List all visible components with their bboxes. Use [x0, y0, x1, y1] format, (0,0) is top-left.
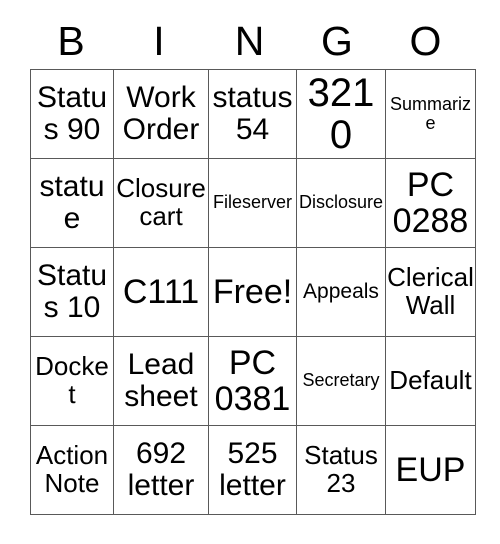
bingo-card: B I N G O Status 90 Work Order status 54… [0, 0, 500, 544]
bingo-cell-b1[interactable]: Status 90 [30, 69, 114, 159]
bingo-cell-label: Secretary [302, 370, 380, 391]
bingo-cell-n2[interactable]: Fileserver [208, 158, 297, 248]
bingo-cell-label: Status 90 [36, 81, 108, 146]
bingo-cell-n5[interactable]: 525 letter [208, 425, 297, 515]
bingo-cell-i3[interactable]: C111 [113, 247, 209, 337]
bingo-cell-label: Clerical Wall [387, 262, 474, 320]
bingo-cell-label: Disclosure [298, 192, 384, 213]
bingo-cell-label: Closure cart [116, 173, 206, 231]
bingo-header-row: B I N G O [30, 14, 470, 69]
table-row: Status 10 C111 Free! Appeals Clerical Wa… [30, 247, 476, 337]
bingo-cell-label: Free! [212, 272, 293, 311]
bingo-header-letter-g: G [321, 18, 353, 64]
bingo-cell-g4[interactable]: Secretary [296, 336, 386, 426]
table-row: Docket Lead sheet PC 0381 Secretary Defa… [30, 336, 476, 426]
bingo-header-letter-i: I [153, 18, 165, 64]
bingo-cell-b2[interactable]: statue [30, 158, 114, 248]
bingo-cell-i1[interactable]: Work Order [113, 69, 209, 159]
bingo-cell-n4[interactable]: PC 0381 [208, 336, 297, 426]
bingo-cell-label: EUP [395, 450, 466, 489]
bingo-cell-label: statue [39, 170, 105, 235]
bingo-cell-o4[interactable]: Default [385, 336, 476, 426]
bingo-cell-label: Default [389, 365, 472, 396]
bingo-cell-g1[interactable]: 3210 [296, 69, 386, 159]
bingo-header-letter-b: B [57, 18, 85, 64]
bingo-header-letter-o: O [409, 18, 442, 64]
bingo-cell-label: 3210 [307, 70, 375, 157]
bingo-cell-label: Action Note [35, 440, 109, 498]
table-row: Status 90 Work Order status 54 3210 Summ… [30, 69, 476, 159]
bingo-grid: Status 90 Work Order status 54 3210 Summ… [30, 69, 476, 515]
bingo-cell-label: 692 letter [127, 437, 195, 502]
bingo-cell-free-space[interactable]: Free! [208, 247, 297, 337]
bingo-cell-o1[interactable]: Summarize [385, 69, 476, 159]
bingo-cell-g5[interactable]: Status 23 [296, 425, 386, 515]
bingo-cell-label: Work Order [122, 81, 200, 146]
bingo-cell-b4[interactable]: Docket [30, 336, 114, 426]
bingo-cell-label: Docket [35, 351, 109, 409]
bingo-cell-label: status 54 [212, 81, 293, 146]
bingo-cell-g2[interactable]: Disclosure [296, 158, 386, 248]
bingo-cell-i5[interactable]: 692 letter [113, 425, 209, 515]
bingo-cell-b3[interactable]: Status 10 [30, 247, 114, 337]
bingo-cell-n1[interactable]: status 54 [208, 69, 297, 159]
bingo-cell-label: Lead sheet [124, 348, 198, 413]
bingo-cell-label: Appeals [303, 279, 379, 303]
bingo-cell-i4[interactable]: Lead sheet [113, 336, 209, 426]
bingo-cell-label: Summarize [389, 93, 471, 133]
table-row: Action Note 692 letter 525 letter Status… [30, 425, 476, 515]
table-row: statue Closure cart Fileserver Disclosur… [30, 158, 476, 248]
bingo-cell-i2[interactable]: Closure cart [113, 158, 209, 248]
bingo-cell-label: Status 10 [36, 259, 108, 324]
bingo-cell-label: 525 letter [219, 437, 286, 502]
bingo-header-letter-n: N [234, 18, 265, 64]
bingo-cell-b5[interactable]: Action Note [30, 425, 114, 515]
bingo-cell-o2[interactable]: PC 0288 [385, 158, 476, 248]
bingo-cell-g3[interactable]: Appeals [296, 247, 386, 337]
bingo-cell-o5[interactable]: EUP [385, 425, 476, 515]
bingo-cell-label: Fileserver [212, 192, 292, 213]
bingo-cell-label: Status 23 [304, 440, 378, 498]
bingo-cell-label: PC 0288 [392, 165, 469, 240]
bingo-cell-o3[interactable]: Clerical Wall [385, 247, 476, 337]
bingo-cell-label: C111 [122, 272, 200, 311]
bingo-cell-label: PC 0381 [214, 343, 291, 418]
